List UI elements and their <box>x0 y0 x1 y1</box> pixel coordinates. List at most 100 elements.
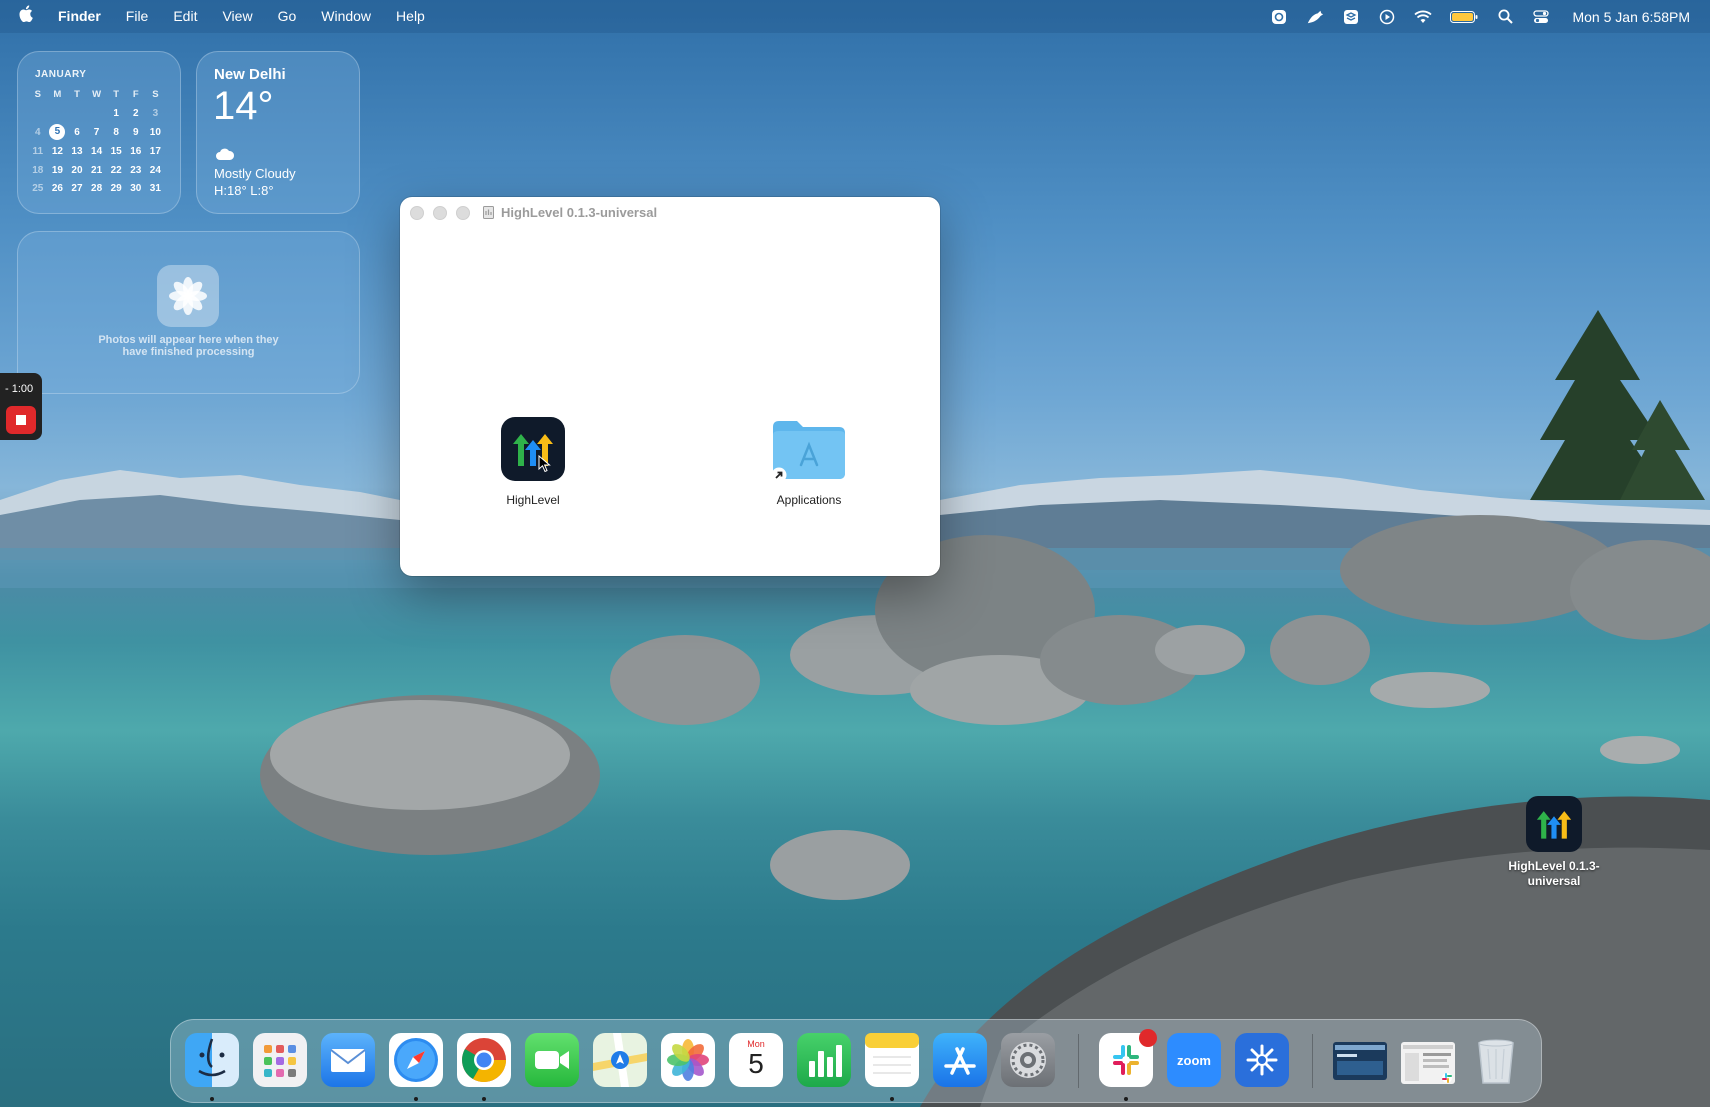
calendar-day: 18 <box>32 164 44 176</box>
weekday-label: S <box>152 88 159 100</box>
window-controls <box>410 206 479 220</box>
menu-help[interactable]: Help <box>396 0 425 33</box>
notes-running-dot <box>890 1097 894 1101</box>
finder-running-dot <box>210 1097 214 1101</box>
menu-go[interactable]: Go <box>278 0 297 33</box>
calendar-day: 9 <box>132 126 139 138</box>
spotlight-search-icon[interactable] <box>1496 8 1514 26</box>
calendar-icon[interactable]: Mon 5 <box>729 1033 783 1087</box>
highlevel-app-icon[interactable] <box>501 417 565 481</box>
stack-status-icon[interactable] <box>1342 8 1360 26</box>
stop-icon <box>16 415 26 425</box>
weekday-label: T <box>74 88 80 100</box>
weekday-label: W <box>92 88 102 100</box>
launchpad-icon[interactable] <box>253 1033 307 1087</box>
highlevel-installer-icon[interactable] <box>1526 796 1582 852</box>
trash-icon[interactable] <box>1469 1033 1523 1087</box>
menu-file[interactable]: File <box>126 0 149 33</box>
play-status-icon[interactable] <box>1378 8 1396 26</box>
calendar-day: 30 <box>130 183 142 195</box>
weather-condition: Mostly Cloudy <box>214 166 296 181</box>
calendar-day: 1 <box>113 107 119 119</box>
app-store-icon[interactable] <box>933 1033 987 1087</box>
slack-icon[interactable] <box>1099 1029 1157 1087</box>
calendar-day: 6 <box>74 126 80 138</box>
applications-folder-item[interactable]: Applications <box>759 417 859 507</box>
perplexity-status-icon[interactable] <box>1270 8 1288 26</box>
weekday-label: S <box>34 88 41 100</box>
highlevel-app-item[interactable]: HighLevel <box>483 417 583 507</box>
calendar-day: 23 <box>130 164 142 176</box>
mail-icon[interactable] <box>321 1033 375 1087</box>
calendar-day-today: 5 <box>48 123 68 142</box>
calendar-day: 10 <box>149 126 161 138</box>
menu-app-name[interactable]: Finder <box>58 0 101 33</box>
weather-widget[interactable]: New Delhi 14° Mostly Cloudy H:18° L:8° <box>196 51 360 214</box>
calendar-day <box>28 104 48 123</box>
battery-icon[interactable] <box>1450 8 1478 26</box>
photos-processing-message: Photos will appear here when they have f… <box>98 334 279 358</box>
menu-view[interactable]: View <box>222 0 252 33</box>
applications-folder-icon[interactable] <box>771 417 847 483</box>
calendar-widget[interactable]: JANUARY S M T W T F S 1 2 3 4 5 6 7 8 9 … <box>17 51 181 214</box>
kangaroo-status-icon[interactable] <box>1306 8 1324 26</box>
chrome-running-dot <box>482 1097 486 1101</box>
photos-icon[interactable] <box>661 1033 715 1087</box>
menu-edit[interactable]: Edit <box>173 0 197 33</box>
cloud-icon <box>215 148 235 166</box>
weather-high-low: H:18° L:8° <box>214 183 274 198</box>
today-marker: 5 <box>49 124 66 141</box>
chrome-icon[interactable] <box>457 1033 511 1087</box>
notes-icon[interactable] <box>865 1033 919 1087</box>
close-button[interactable] <box>410 206 424 220</box>
minimized-window-thumbnail[interactable] <box>1401 1042 1455 1084</box>
finder-icon[interactable] <box>185 1033 239 1087</box>
dock: Mon 5 zoom <box>170 1019 1542 1103</box>
calendar-day: 25 <box>32 183 44 195</box>
calendar-day <box>87 104 107 123</box>
calendar-day: 28 <box>91 183 103 195</box>
calendar-day: 19 <box>51 164 63 176</box>
safari-icon[interactable] <box>389 1033 443 1087</box>
desktop-dmg-icon[interactable]: HighLevel 0.1.3-universal <box>1498 796 1610 889</box>
calendar-day: 22 <box>110 164 122 176</box>
wifi-icon[interactable] <box>1414 8 1433 26</box>
perplexity-icon[interactable] <box>1235 1033 1289 1087</box>
stop-recording-button[interactable] <box>6 406 36 434</box>
system-settings-icon[interactable] <box>1001 1033 1055 1087</box>
calendar-day: 7 <box>93 126 100 138</box>
slack-notification-badge <box>1139 1029 1157 1047</box>
window-title-bar[interactable]: HighLevel 0.1.3-universal <box>483 205 657 220</box>
weather-temperature: 14° <box>213 84 274 128</box>
control-center-icon[interactable] <box>1532 8 1550 26</box>
calendar-day: 27 <box>71 183 83 195</box>
maps-icon[interactable] <box>593 1033 647 1087</box>
calendar-day: 13 <box>71 145 83 157</box>
disk-image-icon <box>483 206 494 219</box>
zoom-icon[interactable]: zoom <box>1167 1033 1221 1087</box>
apple-menu-icon[interactable] <box>18 0 33 33</box>
calendar-day: 16 <box>130 145 142 157</box>
calendar-day: 4 <box>35 126 41 138</box>
dmg-finder-window[interactable]: HighLevel 0.1.3-universal HighLevel Appl… <box>400 197 940 576</box>
calendar-day: 8 <box>113 126 119 138</box>
menu-window[interactable]: Window <box>321 0 371 33</box>
minimize-button[interactable] <box>433 206 447 220</box>
calendar-grid: S M T W T F S 1 2 3 4 5 6 7 8 9 10 11 12… <box>28 85 165 198</box>
calendar-day: 2 <box>132 107 139 119</box>
calendar-day: 20 <box>71 164 83 176</box>
calendar-day: 3 <box>152 107 159 119</box>
safari-running-dot <box>414 1097 418 1101</box>
weekday-label: T <box>113 88 120 100</box>
alias-arrow-icon <box>771 467 787 483</box>
facetime-icon[interactable] <box>525 1033 579 1087</box>
dock-separator <box>1312 1034 1313 1088</box>
highlevel-app-label: HighLevel <box>506 493 560 507</box>
calendar-day <box>48 104 68 123</box>
menu-clock[interactable]: Mon 5 Jan 6:58PM <box>1572 9 1690 25</box>
photos-widget[interactable]: Photos will appear here when they have f… <box>17 231 360 394</box>
zoom-button[interactable] <box>456 206 470 220</box>
numbers-icon[interactable] <box>797 1033 851 1087</box>
minimized-window-thumbnail[interactable] <box>1333 1042 1387 1080</box>
desktop-icon-label: HighLevel 0.1.3-universal <box>1508 859 1600 888</box>
